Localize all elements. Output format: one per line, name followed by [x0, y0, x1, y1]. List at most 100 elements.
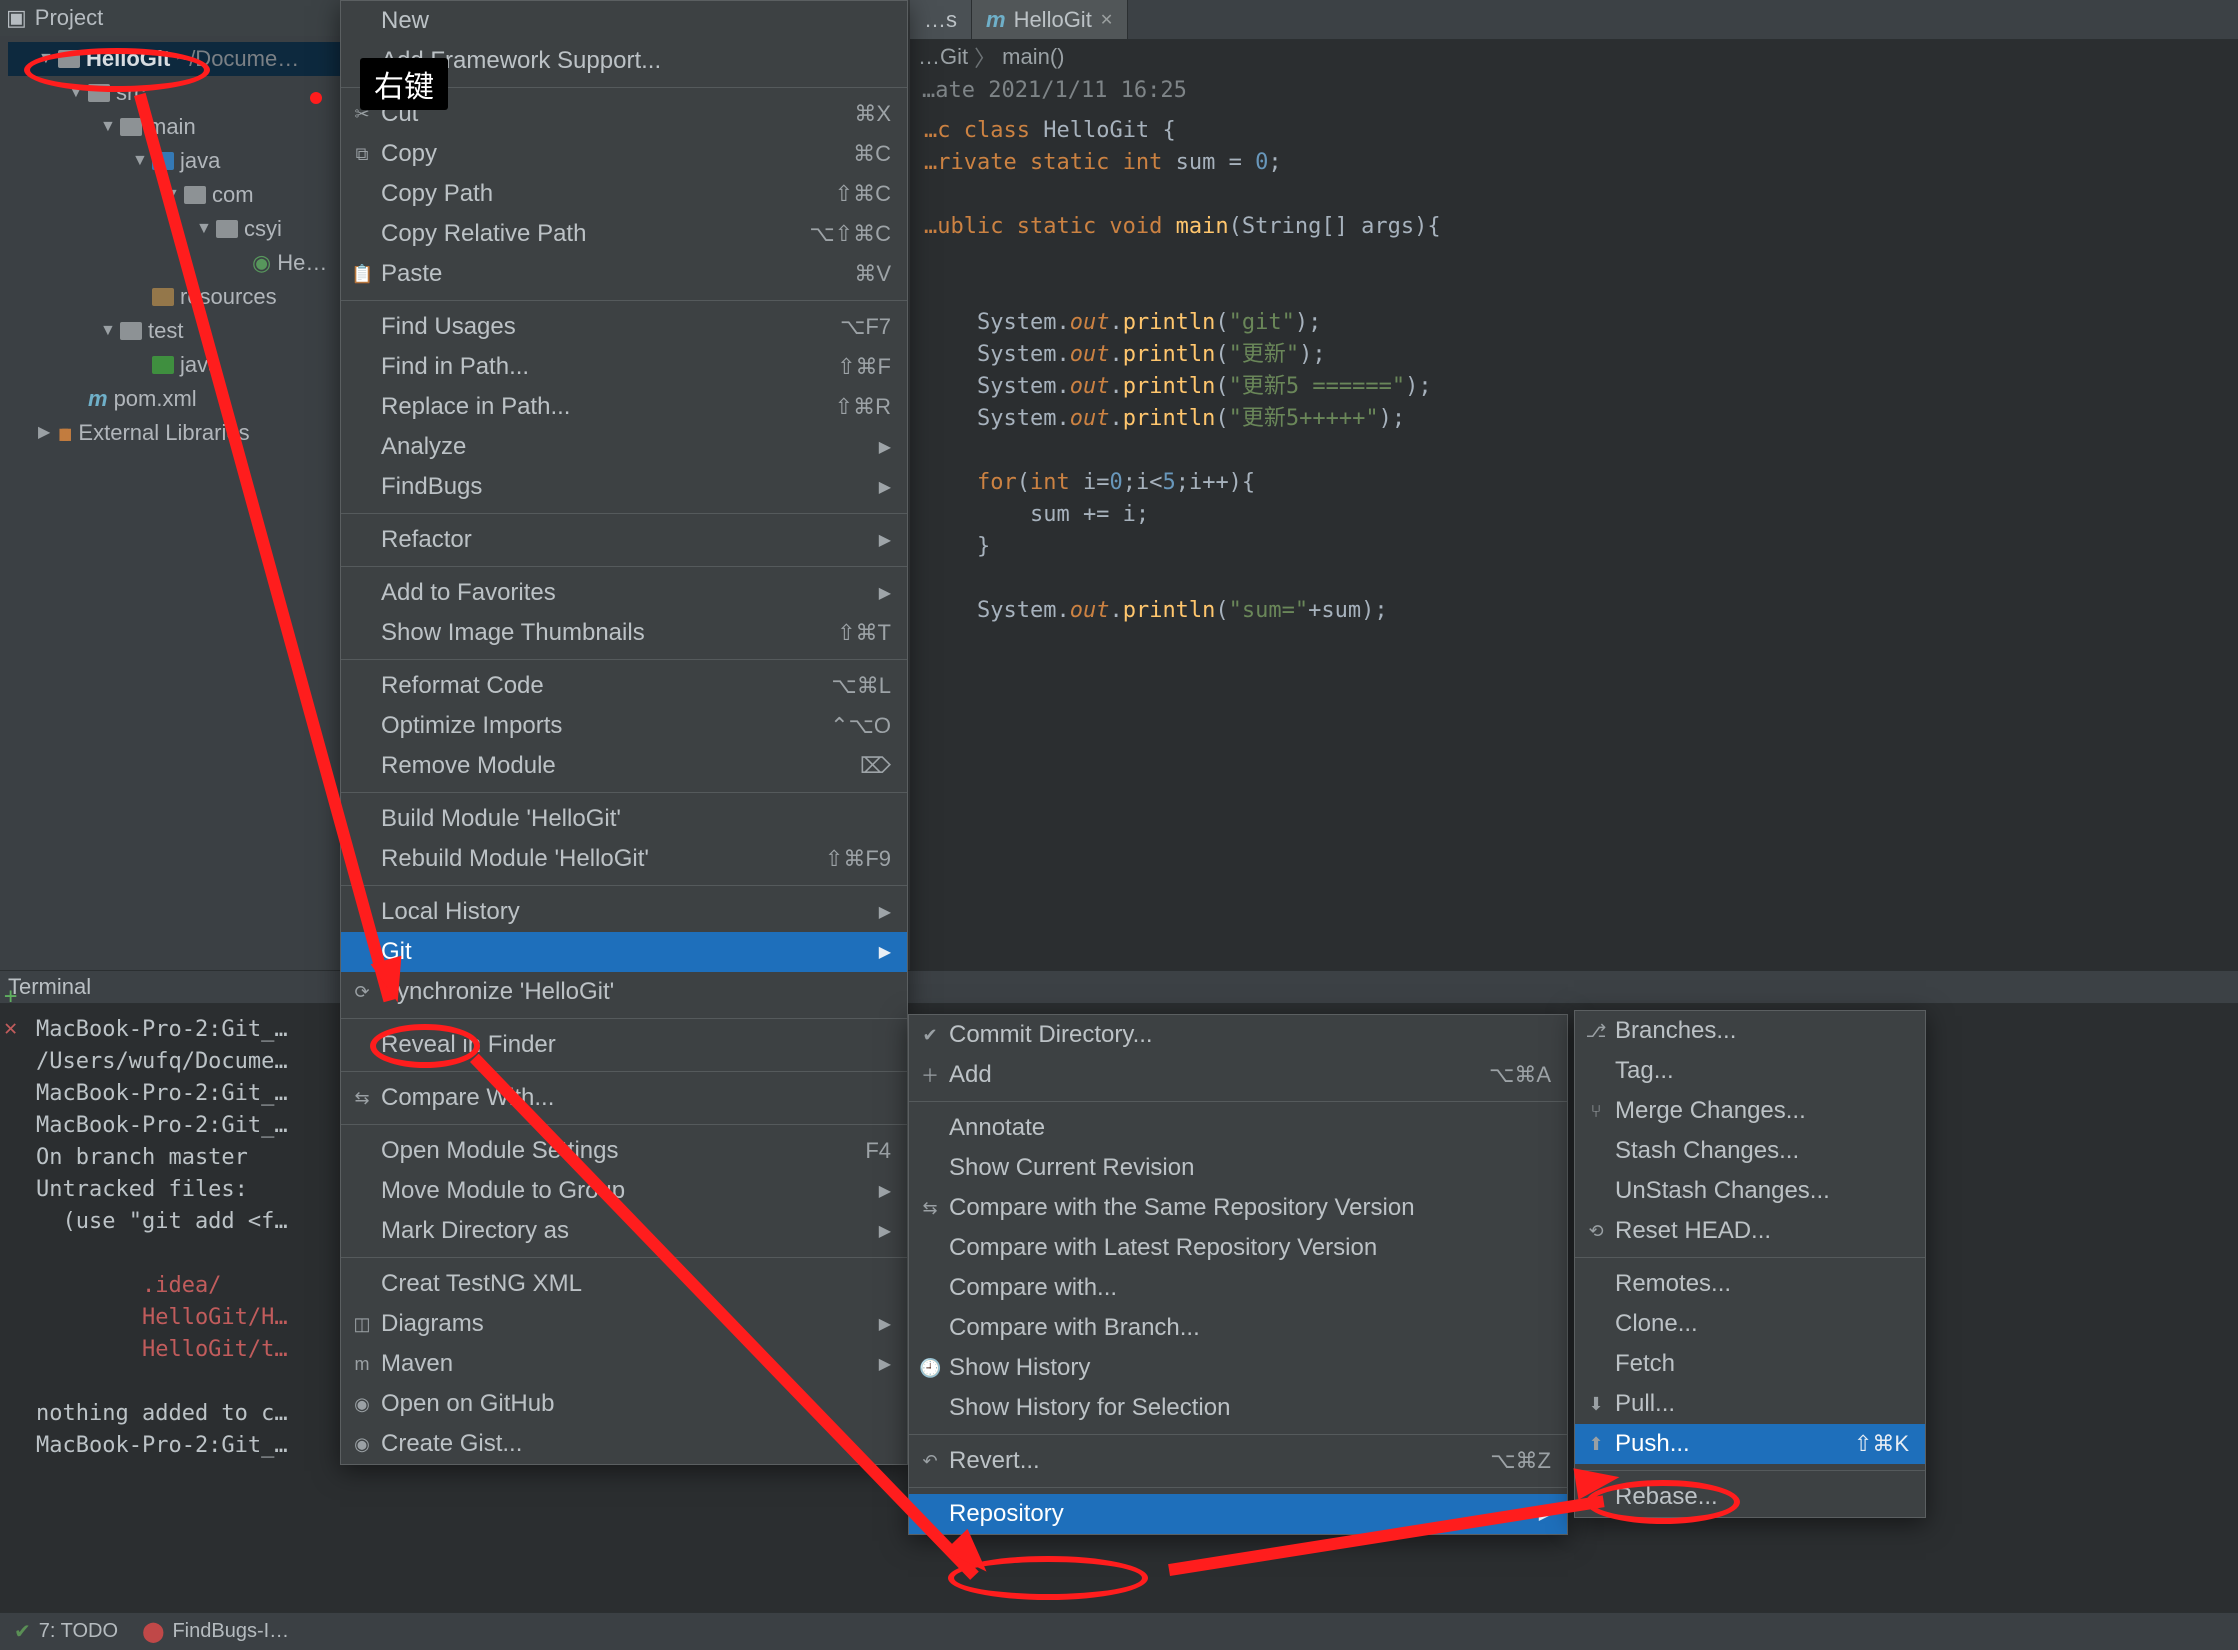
menu-item-label: Find Usages — [381, 313, 516, 341]
ctx-git-compare-with-the-same-repository-version[interactable]: ⇆Compare with the Same Repository Versio… — [909, 1188, 1567, 1228]
ctx-main-create-gist[interactable]: ◉Create Gist... — [341, 1424, 907, 1464]
menu-separator — [341, 659, 907, 660]
todo-toolwindow-button[interactable]: ✔ 7: TODO — [14, 1619, 118, 1644]
tree-test[interactable]: ▼ test — [8, 314, 354, 348]
tree-external-libraries[interactable]: ▶ External Libraries — [8, 416, 354, 450]
tree-java-main[interactable]: ▼ java — [8, 144, 354, 178]
ctx-main-cut[interactable]: ✂Cut⌘X — [341, 94, 907, 134]
ctx-git-annotate[interactable]: Annotate — [909, 1108, 1567, 1148]
ctx-main-compare-with[interactable]: ⇆Compare With... — [341, 1078, 907, 1118]
ctx-main-add-framework-support[interactable]: Add Framework Support... — [341, 41, 907, 81]
ctx-main-reformat-code[interactable]: Reformat Code⌥⌘L — [341, 666, 907, 706]
ctx-main-open-module-settings[interactable]: Open Module SettingsF4 — [341, 1131, 907, 1171]
ctx-repo-rebase[interactable]: Rebase... — [1575, 1477, 1925, 1517]
ctx-main-refactor[interactable]: Refactor▶ — [341, 520, 907, 560]
tree-resources[interactable]: ▼ resources — [8, 280, 354, 314]
ctx-git-compare-with[interactable]: Compare with... — [909, 1268, 1567, 1308]
code-author-date: …ate 2021/1/11 16:25 — [910, 74, 2238, 107]
ctx-git-compare-with-branch[interactable]: Compare with Branch... — [909, 1308, 1567, 1348]
ctx-main-synchronize-hellogit[interactable]: ⟳Synchronize 'HelloGit' — [341, 972, 907, 1012]
ctx-main-findbugs[interactable]: FindBugs▶ — [341, 467, 907, 507]
ctx-main-copy[interactable]: ⧉Copy⌘C — [341, 134, 907, 174]
ctx-repo-push[interactable]: ⬆Push...⇧⌘K — [1575, 1424, 1925, 1464]
add-diff-marker: + — [4, 984, 17, 1009]
menu-item-label: Clone... — [1615, 1310, 1698, 1338]
ctx-git-show-history[interactable]: 🕘Show History — [909, 1348, 1567, 1388]
ctx-repo-merge-changes[interactable]: ⑂Merge Changes... — [1575, 1091, 1925, 1131]
add-icon: ＋ — [919, 1062, 941, 1088]
chevron-down-icon: ▼ — [68, 76, 82, 110]
ctx-main-rebuild-module-hellogit[interactable]: Rebuild Module 'HelloGit'⇧⌘F9 — [341, 839, 907, 879]
ctx-main-paste[interactable]: 📋Paste⌘V — [341, 254, 907, 294]
ctx-repo-branches[interactable]: ⎇Branches... — [1575, 1011, 1925, 1051]
tree-main[interactable]: ▼ main — [8, 110, 354, 144]
menu-item-shortcut: ⌥⌘Z — [1490, 1448, 1551, 1474]
ctx-repo-tag[interactable]: Tag... — [1575, 1051, 1925, 1091]
ctx-git-compare-with-latest-repository-version[interactable]: Compare with Latest Repository Version — [909, 1228, 1567, 1268]
ctx-main-analyze[interactable]: Analyze▶ — [341, 427, 907, 467]
ctx-repo-unstash-changes[interactable]: UnStash Changes... — [1575, 1171, 1925, 1211]
ctx-git-add[interactable]: ＋Add⌥⌘A — [909, 1055, 1567, 1095]
ctx-main-open-on-github[interactable]: ◉Open on GitHub — [341, 1384, 907, 1424]
menu-item-label: Analyze — [381, 433, 466, 461]
editor-tab-2[interactable]: m HelloGit ✕ — [972, 0, 1128, 39]
sync-icon: ⟳ — [351, 982, 373, 1003]
ctx-main-reveal-in-finder[interactable]: Reveal in Finder — [341, 1025, 907, 1065]
ctx-main-maven[interactable]: mMaven▶ — [341, 1344, 907, 1384]
push-icon: ⬆ — [1585, 1434, 1607, 1455]
tree-src[interactable]: ▼ src — [8, 76, 354, 110]
tree-com[interactable]: ▼ com — [8, 178, 354, 212]
ctx-main-new[interactable]: New — [341, 1, 907, 41]
project-panel: ▣ Project ▼ HelloGit ~/Docume… ▼ src ▼ m… — [0, 0, 355, 970]
ctx-main-git[interactable]: Git▶ — [341, 932, 907, 972]
ctx-main-build-module-hellogit[interactable]: Build Module 'HelloGit' — [341, 799, 907, 839]
tree-hello-file[interactable]: ◉ He… — [8, 246, 354, 280]
tree-csyi[interactable]: ▼ csyi — [8, 212, 354, 246]
project-tree[interactable]: ▼ HelloGit ~/Docume… ▼ src ▼ main ▼ java… — [0, 36, 354, 450]
ctx-repo-remotes[interactable]: Remotes... — [1575, 1264, 1925, 1304]
tree-java-test[interactable]: ▼ java — [8, 348, 354, 382]
breadcrumb[interactable]: …Git 〉 main() — [910, 40, 2238, 74]
ctx-main-copy-relative-path[interactable]: Copy Relative Path⌥⇧⌘C — [341, 214, 907, 254]
code-editor[interactable]: …c class HelloGit { …rivate static int s… — [910, 107, 2238, 647]
project-panel-header[interactable]: ▣ Project — [0, 0, 354, 36]
ctx-git-revert[interactable]: ↶Revert...⌥⌘Z — [909, 1441, 1567, 1481]
ctx-main-local-history[interactable]: Local History▶ — [341, 892, 907, 932]
ctx-main-diagrams[interactable]: ◫Diagrams▶ — [341, 1304, 907, 1344]
ctx-repo-fetch[interactable]: Fetch — [1575, 1344, 1925, 1384]
ctx-repo-pull[interactable]: ⬇Pull... — [1575, 1384, 1925, 1424]
ctx-repo-reset-head[interactable]: ⟲Reset HEAD... — [1575, 1211, 1925, 1251]
ctx-git-commit-directory[interactable]: ✔Commit Directory... — [909, 1015, 1567, 1055]
terminal-header[interactable]: Terminal — [0, 970, 2238, 1004]
ctx-main-show-image-thumbnails[interactable]: Show Image Thumbnails⇧⌘T — [341, 613, 907, 653]
ctx-main-optimize-imports[interactable]: Optimize Imports⌃⌥O — [341, 706, 907, 746]
ctx-main-move-module-to-group[interactable]: Move Module to Group▶ — [341, 1171, 907, 1211]
ctx-main-find-in-path[interactable]: Find in Path...⇧⌘F — [341, 347, 907, 387]
ctx-main-mark-directory-as[interactable]: Mark Directory as▶ — [341, 1211, 907, 1251]
class-icon: ◉ — [252, 246, 271, 280]
findbugs-toolwindow-button[interactable]: ⬤ FindBugs-I… — [142, 1619, 289, 1644]
menu-item-shortcut: ⌘C — [853, 141, 891, 167]
menu-separator — [341, 1124, 907, 1125]
menu-item-label: Fetch — [1615, 1350, 1675, 1378]
test-folder-icon — [152, 356, 174, 374]
close-icon[interactable]: ✕ — [1100, 10, 1113, 30]
ctx-main-find-usages[interactable]: Find Usages⌥F7 — [341, 307, 907, 347]
ctx-repo-clone[interactable]: Clone... — [1575, 1304, 1925, 1344]
ctx-main-copy-path[interactable]: Copy Path⇧⌘C — [341, 174, 907, 214]
ctx-main-remove-module[interactable]: Remove Module⌦ — [341, 746, 907, 786]
menu-separator — [341, 1071, 907, 1072]
menu-item-label: Local History — [381, 898, 520, 926]
ctx-git-repository[interactable]: Repository▶ — [909, 1494, 1567, 1534]
ctx-git-show-history-for-selection[interactable]: Show History for Selection — [909, 1388, 1567, 1428]
ctx-repo-stash-changes[interactable]: Stash Changes... — [1575, 1131, 1925, 1171]
ctx-main-add-to-favorites[interactable]: Add to Favorites▶ — [341, 573, 907, 613]
ctx-main-replace-in-path[interactable]: Replace in Path...⇧⌘R — [341, 387, 907, 427]
editor-tab-1[interactable]: …s — [910, 0, 972, 39]
project-root[interactable]: ▼ HelloGit ~/Docume… — [8, 42, 354, 76]
menu-item-label: Add Framework Support... — [381, 47, 661, 75]
ctx-main-creat-testng-xml[interactable]: Creat TestNG XML — [341, 1264, 907, 1304]
tree-pom[interactable]: ▼ m pom.xml — [8, 382, 354, 416]
revert-icon: ↶ — [919, 1451, 941, 1472]
ctx-git-show-current-revision[interactable]: Show Current Revision — [909, 1148, 1567, 1188]
